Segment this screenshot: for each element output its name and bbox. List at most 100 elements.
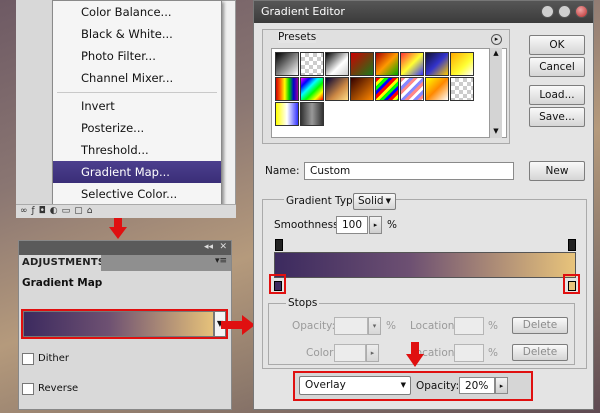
color-stop-right-icon[interactable] — [568, 281, 576, 291]
presets-menu-icon[interactable]: ▸ — [491, 34, 502, 45]
gradient-map-preview[interactable] — [23, 311, 214, 337]
preset-swatch[interactable] — [400, 52, 424, 76]
name-label: Name: — [265, 165, 300, 177]
stop-color-location-unit: % — [488, 347, 498, 359]
stop-opacity-field[interactable] — [334, 317, 368, 335]
dither-checkbox[interactable] — [22, 353, 34, 365]
scroll-down-icon[interactable]: ▼ — [491, 127, 501, 137]
panel-top-bar: ◂◂ ✕ — [19, 241, 231, 255]
red-arrow-down-icon — [109, 227, 127, 239]
preset-swatch[interactable] — [400, 77, 424, 101]
collapse-icon[interactable]: ◂◂ — [204, 242, 213, 252]
fx-icon[interactable]: ƒ — [32, 206, 39, 216]
close-icon[interactable] — [575, 5, 588, 18]
preset-swatch[interactable] — [300, 77, 324, 101]
stops-label: Stops — [286, 297, 320, 309]
trash-icon[interactable]: ⌂ — [87, 206, 97, 216]
menu-item-channel-mixer[interactable]: Channel Mixer... — [53, 67, 221, 89]
stop-color-label: Color: — [306, 347, 337, 359]
preset-swatch[interactable] — [300, 52, 324, 76]
blend-opacity-label: Opacity: — [416, 380, 460, 392]
folder-icon[interactable]: ▭ — [62, 206, 75, 216]
blend-opacity-field[interactable]: 20% — [459, 377, 495, 394]
red-arrow-down-icon — [406, 354, 424, 367]
adjustments-tab[interactable]: ADJUSTMENTS — [19, 255, 105, 271]
adjustment-title: Gradient Map — [22, 277, 103, 289]
preset-swatch[interactable] — [300, 102, 324, 126]
preset-swatch[interactable] — [275, 77, 299, 101]
stop-opacity-stepper-icon[interactable]: ▾ — [368, 317, 381, 335]
mask-icon[interactable]: ◘ — [39, 206, 50, 216]
delete-color-stop-button[interactable]: Delete — [512, 344, 568, 361]
preset-swatch[interactable] — [425, 52, 449, 76]
smoothness-unit: % — [387, 219, 397, 231]
reverse-label: Reverse — [38, 383, 79, 394]
stop-color-location-field[interactable] — [454, 344, 484, 362]
presets-grid — [271, 48, 507, 138]
dither-label: Dither — [38, 353, 70, 364]
gradient-type-value: Solid — [358, 195, 384, 207]
scroll-up-icon[interactable]: ▲ — [491, 49, 501, 59]
preset-swatch[interactable] — [450, 52, 474, 76]
save-button[interactable]: Save... — [529, 107, 585, 127]
stop-opacity-label: Opacity: — [292, 320, 336, 332]
stop-color-swatch[interactable] — [334, 344, 366, 362]
panel-toolbar: ∞ƒ◘◐▭▢⌂ — [16, 204, 236, 218]
menu-separator — [57, 92, 217, 93]
opacity-stop-left-icon[interactable] — [275, 239, 283, 251]
menu-item-selective-color[interactable]: Selective Color... — [53, 183, 221, 205]
adjustment-menu: Color Balance... Black & White... Photo … — [52, 0, 222, 212]
color-stop-left-icon[interactable] — [274, 281, 282, 291]
menu-item-threshold[interactable]: Threshold... — [53, 139, 221, 161]
menu-item-posterize[interactable]: Posterize... — [53, 117, 221, 139]
stop-location-label: Location: — [410, 320, 458, 332]
reverse-checkbox[interactable] — [22, 383, 34, 395]
gradient-type-select[interactable]: Solid ▼ — [353, 193, 396, 210]
delete-opacity-stop-button[interactable]: Delete — [512, 317, 568, 334]
preset-swatch[interactable] — [425, 77, 449, 101]
link-icon[interactable]: ∞ — [20, 206, 32, 216]
close-icon[interactable]: ✕ — [219, 242, 227, 252]
menu-item-color-balance[interactable]: Color Balance... — [53, 1, 221, 23]
preset-swatch[interactable] — [275, 102, 299, 126]
preset-swatch[interactable] — [375, 77, 399, 101]
preset-swatch[interactable] — [450, 77, 474, 101]
menu-item-black-white[interactable]: Black & White... — [53, 23, 221, 45]
ok-button[interactable]: OK — [529, 35, 585, 55]
menu-item-photo-filter[interactable]: Photo Filter... — [53, 45, 221, 67]
menu-left-strip — [16, 0, 56, 205]
panel-menu-icon[interactable]: ▾≡ — [215, 256, 227, 266]
blend-mode-select[interactable]: Overlay ▼ — [299, 376, 411, 395]
chevron-down-icon: ▼ — [400, 381, 406, 389]
preset-swatch[interactable] — [325, 77, 349, 101]
minimize-icon[interactable] — [541, 5, 554, 18]
new-layer-icon[interactable]: ▢ — [74, 206, 87, 216]
presets-label: Presets — [278, 31, 317, 43]
smoothness-field[interactable]: 100 — [336, 216, 368, 234]
chevron-down-icon: ▼ — [385, 197, 391, 205]
stop-location-field[interactable] — [454, 317, 484, 335]
preset-swatch[interactable] — [350, 77, 374, 101]
cancel-button[interactable]: Cancel — [529, 57, 585, 77]
preset-swatch[interactable] — [275, 52, 299, 76]
menu-item-invert[interactable]: Invert — [53, 95, 221, 117]
stop-opacity-unit: % — [386, 320, 396, 332]
preset-swatch[interactable] — [350, 52, 374, 76]
gradient-editor-dialog: Gradient Editor Presets ▸ ▲ ▼ OK Cancel … — [253, 0, 594, 410]
name-field[interactable]: Custom — [304, 162, 514, 180]
load-button[interactable]: Load... — [529, 85, 585, 105]
maximize-icon[interactable] — [558, 5, 571, 18]
panel-tab-bar: ▾≡ — [101, 255, 231, 271]
preset-swatch[interactable] — [375, 52, 399, 76]
smoothness-stepper-icon[interactable]: ▸ — [369, 216, 382, 234]
gradient-bar[interactable] — [274, 252, 576, 278]
blend-opacity-stepper-icon[interactable]: ▸ — [495, 377, 508, 394]
blend-mode-value: Overlay — [305, 379, 346, 391]
stop-color-menu-icon[interactable]: ▸ — [366, 344, 379, 362]
presets-scrollbar[interactable]: ▲ ▼ — [489, 48, 502, 138]
menu-item-gradient-map[interactable]: Gradient Map... — [53, 161, 221, 183]
new-button[interactable]: New — [529, 161, 585, 181]
opacity-stop-right-icon[interactable] — [568, 239, 576, 251]
adjustment-icon[interactable]: ◐ — [50, 206, 62, 216]
preset-swatch[interactable] — [325, 52, 349, 76]
